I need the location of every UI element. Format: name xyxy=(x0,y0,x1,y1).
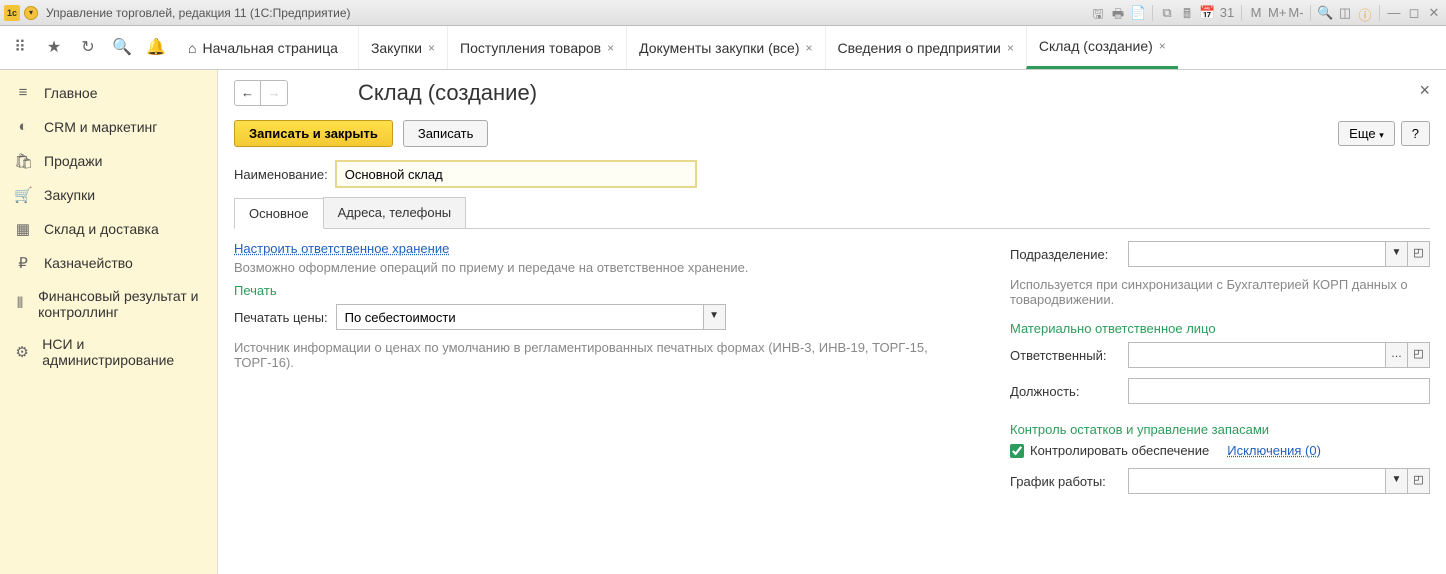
sidebar-item-sales[interactable]: 🛍Продажи xyxy=(0,144,217,178)
help-button[interactable]: ? xyxy=(1401,121,1430,146)
schedule-input[interactable] xyxy=(1128,468,1386,494)
app-logo: 1c xyxy=(4,5,20,21)
ellipsis-icon[interactable]: … xyxy=(1386,342,1408,368)
division-label: Подразделение: xyxy=(1010,247,1120,262)
compare-icon[interactable]: ⧉ xyxy=(1159,5,1175,21)
responsible-label: Ответственный: xyxy=(1010,348,1120,363)
sidebar-item-main[interactable]: ≡Главное xyxy=(0,76,217,110)
sidebar-item-finance[interactable]: ⫴Финансовый результат и контроллинг xyxy=(0,280,217,328)
history-icon[interactable]: ↻ xyxy=(76,36,100,60)
forward-button[interactable]: → xyxy=(261,81,287,105)
tab-docs[interactable]: Документы закупки (все)× xyxy=(626,26,824,69)
responsible-group: Материально ответственное лицо xyxy=(1010,321,1430,336)
close-icon[interactable]: × xyxy=(1159,39,1166,53)
app-menu-dropdown[interactable]: ▾ xyxy=(24,6,38,20)
cart-icon: 🛒 xyxy=(14,186,32,204)
sidebar-item-admin[interactable]: ⚙НСИ и администрирование xyxy=(0,328,217,376)
position-input[interactable] xyxy=(1128,378,1430,404)
chart-icon: ⫴ xyxy=(14,295,26,313)
pie-icon: ◐ xyxy=(14,118,32,136)
name-label: Наименование: xyxy=(234,167,328,182)
division-hint: Используется при синхронизации с Бухгалт… xyxy=(1010,277,1430,307)
dropdown-icon[interactable]: ▼ xyxy=(1386,468,1408,494)
ruble-icon: ₽ xyxy=(14,254,32,272)
prices-hint: Источник информации о ценах по умолчанию… xyxy=(234,340,990,370)
open-icon[interactable]: ◰ xyxy=(1408,468,1430,494)
mminus-icon[interactable]: M- xyxy=(1288,5,1304,21)
dropdown-icon[interactable]: ▼ xyxy=(1386,241,1408,267)
calc-icon[interactable]: 🖩 xyxy=(1179,5,1195,21)
favorite-icon[interactable]: ★ xyxy=(42,36,66,60)
save-close-button[interactable]: Записать и закрыть xyxy=(234,120,393,147)
storage-link[interactable]: Настроить ответственное хранение xyxy=(234,241,449,256)
minimize-icon[interactable]: — xyxy=(1386,5,1402,21)
open-icon[interactable]: ◰ xyxy=(1408,342,1430,368)
tab-receipts[interactable]: Поступления товаров× xyxy=(447,26,626,69)
control-group: Контроль остатков и управление запасами xyxy=(1010,422,1430,437)
close-icon[interactable]: × xyxy=(607,41,614,55)
window-title: Управление торговлей, редакция 11 (1С:Пр… xyxy=(46,6,1090,20)
panel-icon[interactable]: ◫ xyxy=(1337,5,1353,21)
division-input[interactable] xyxy=(1128,241,1386,267)
storage-hint: Возможно оформление операций по приему и… xyxy=(234,260,990,275)
zoom-icon[interactable]: 🔍 xyxy=(1317,5,1333,21)
tab-warehouse[interactable]: Склад (создание)× xyxy=(1026,26,1178,69)
tab-company[interactable]: Сведения о предприятии× xyxy=(825,26,1026,69)
back-button[interactable]: ← xyxy=(235,81,261,105)
tab-home[interactable]: ⌂ Начальная страница xyxy=(178,40,348,56)
close-icon[interactable]: × xyxy=(805,41,812,55)
dropdown-icon[interactable]: ▼ xyxy=(704,304,726,330)
grid-icon: ▦ xyxy=(14,220,32,238)
save-icon[interactable]: 🖫 xyxy=(1090,5,1106,21)
open-icon[interactable]: ◰ xyxy=(1408,241,1430,267)
sidebar-item-warehouse[interactable]: ▦Склад и доставка xyxy=(0,212,217,246)
maximize-icon[interactable]: ◻ xyxy=(1406,5,1422,21)
prices-label: Печатать цены: xyxy=(234,310,328,325)
notifications-icon[interactable]: 🔔 xyxy=(144,36,168,60)
responsible-input[interactable] xyxy=(1128,342,1386,368)
calendar-icon[interactable]: 📅 xyxy=(1199,5,1215,21)
control-checkbox[interactable] xyxy=(1010,444,1024,458)
sidebar-item-purchases[interactable]: 🛒Закупки xyxy=(0,178,217,212)
apps-icon[interactable]: ⠿ xyxy=(8,36,32,60)
tab-main[interactable]: Основное xyxy=(234,198,324,229)
search-icon[interactable]: 🔍 xyxy=(110,36,134,60)
print-group-title: Печать xyxy=(234,283,990,298)
exceptions-link[interactable]: Исключения (0) xyxy=(1227,443,1321,458)
tab-purchases[interactable]: Закупки× xyxy=(358,26,447,69)
save-button[interactable]: Записать xyxy=(403,120,489,147)
print-icon[interactable]: 🖶 xyxy=(1110,5,1126,21)
gear-icon: ⚙ xyxy=(14,343,30,361)
name-input[interactable] xyxy=(336,161,696,187)
date-icon[interactable]: 31 xyxy=(1219,5,1235,21)
sidebar-item-crm[interactable]: ◐CRM и маркетинг xyxy=(0,110,217,144)
tab-addresses[interactable]: Адреса, телефоны xyxy=(323,197,467,228)
prices-select[interactable] xyxy=(336,304,704,330)
more-button[interactable]: Еще ▾ xyxy=(1338,121,1395,146)
tab-home-label: Начальная страница xyxy=(202,40,337,56)
sidebar-item-treasury[interactable]: ₽Казначейство xyxy=(0,246,217,280)
schedule-label: График работы: xyxy=(1010,474,1120,489)
page-title: Склад (создание) xyxy=(358,80,537,106)
info-icon[interactable]: ⓘ xyxy=(1357,5,1373,21)
close-icon[interactable]: × xyxy=(428,41,435,55)
m-icon[interactable]: M xyxy=(1248,5,1264,21)
home-icon: ⌂ xyxy=(188,40,196,56)
position-label: Должность: xyxy=(1010,384,1120,399)
list-icon: ≡ xyxy=(14,84,32,102)
close-icon[interactable]: ✕ xyxy=(1426,5,1442,21)
control-checkbox-wrap[interactable]: Контролировать обеспечение xyxy=(1010,443,1209,458)
bag-icon: 🛍 xyxy=(14,152,32,170)
close-icon[interactable]: × xyxy=(1007,41,1014,55)
mplus-icon[interactable]: M+ xyxy=(1268,5,1284,21)
doc-icon[interactable]: 📄 xyxy=(1130,5,1146,21)
close-page-icon[interactable]: × xyxy=(1419,80,1430,101)
